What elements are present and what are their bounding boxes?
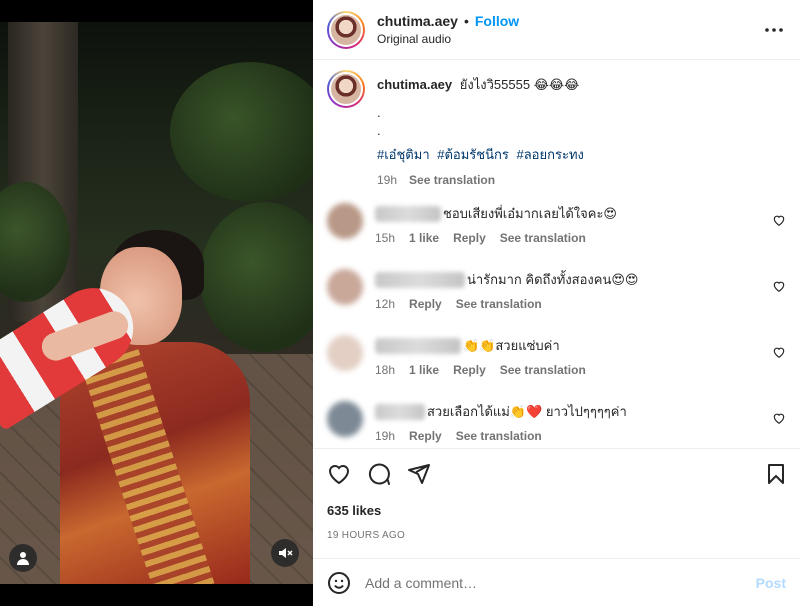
caption-time[interactable]: 19h (377, 173, 397, 187)
hashtags: #เอ๋ชุติมา #ต้อมรัชนีกร #ลอยกระทง (377, 144, 588, 165)
bookmark-icon[interactable] (764, 462, 788, 486)
comments-list[interactable]: chutima.aey ยังไงวิ55555 😂😂😂 . . #เอ๋ชุต… (313, 60, 800, 448)
comment-text: 👏👏สวยแซ่บค่า (463, 338, 560, 353)
reply-button[interactable]: Reply (409, 297, 442, 311)
comment-item: น่ารักมาก คิดถึงทั้งสองคน😍😍 12h Reply Se… (327, 269, 786, 319)
post-header: chutima.aey • Follow Original audio (313, 0, 800, 60)
commenter-avatar[interactable] (327, 203, 363, 239)
comment-time[interactable]: 15h (375, 231, 395, 245)
see-translation-button[interactable]: See translation (500, 363, 586, 377)
user-tag-icon[interactable] (9, 544, 37, 572)
see-translation-button[interactable]: See translation (456, 297, 542, 311)
comment-input[interactable] (365, 574, 756, 591)
post-actions: 635 likes 19 HOURS AGO (313, 448, 800, 558)
more-horizontal-icon[interactable] (762, 18, 786, 42)
reply-button[interactable]: Reply (453, 363, 486, 377)
comment-time[interactable]: 19h (375, 429, 395, 443)
comment-likes[interactable]: 1 like (409, 231, 439, 245)
commenter-username-blurred[interactable] (375, 338, 461, 354)
audio-link[interactable]: Original audio (377, 32, 519, 46)
commenter-avatar[interactable] (327, 401, 363, 437)
heart-icon[interactable] (327, 462, 351, 486)
video-player[interactable] (0, 22, 313, 584)
share-icon[interactable] (407, 462, 431, 486)
caption-dot: . (377, 123, 381, 138)
commenter-username-blurred[interactable] (375, 206, 441, 222)
background-foliage (170, 62, 313, 202)
commenter-avatar[interactable] (327, 269, 363, 305)
see-translation-button[interactable]: See translation (500, 231, 586, 245)
separator-dot: • (463, 13, 469, 29)
heart-icon[interactable] (772, 411, 786, 425)
media-panel (0, 0, 313, 606)
author-avatar[interactable] (327, 10, 365, 49)
author-username[interactable]: chutima.aey (377, 13, 458, 29)
caption-dot: . (377, 105, 381, 120)
comment-time[interactable]: 12h (375, 297, 395, 311)
commenter-avatar[interactable] (327, 335, 363, 371)
background-foliage (200, 202, 313, 352)
comment-text: สวยเลือกได้แม่👏❤️ ยาวไปๆๆๆๆค่า (427, 404, 627, 419)
caption-avatar[interactable] (327, 70, 365, 108)
comment-item: สวยเลือกได้แม่👏❤️ ยาวไปๆๆๆๆค่า 19h Reply… (327, 401, 786, 448)
comment-text: ชอบเสียงพี่เอ๋มากเลยได้ใจคะ😍 (443, 206, 617, 221)
comment-item: ชอบเสียงพี่เอ๋มากเลยได้ใจคะ😍 15h 1 like … (327, 203, 786, 253)
heart-icon[interactable] (772, 213, 786, 227)
caption-username[interactable]: chutima.aey (377, 77, 452, 92)
post-timestamp: 19 HOURS AGO (327, 530, 406, 541)
post-details-panel: chutima.aey • Follow Original audio chut… (313, 0, 800, 606)
comment-likes[interactable]: 1 like (409, 363, 439, 377)
commenter-username-blurred[interactable] (375, 272, 465, 288)
caption: chutima.aey ยังไงวิ55555 😂😂😂 . . #เอ๋ชุต… (327, 70, 786, 187)
hashtag-link[interactable]: #ต้อมรัชนีกร (437, 147, 509, 162)
post-modal: chutima.aey • Follow Original audio chut… (0, 0, 800, 606)
comment-icon[interactable] (367, 462, 391, 486)
post-button[interactable]: Post (756, 575, 786, 591)
heart-icon[interactable] (772, 279, 786, 293)
like-count[interactable]: 635 likes (327, 503, 786, 518)
heart-icon[interactable] (772, 345, 786, 359)
comment-item: 👏👏สวยแซ่บค่า 18h 1 like Reply See transl… (327, 335, 786, 385)
muted-speaker-icon[interactable] (271, 539, 299, 567)
see-translation-button[interactable]: See translation (456, 429, 542, 443)
comment-time[interactable]: 18h (375, 363, 395, 377)
reply-button[interactable]: Reply (409, 429, 442, 443)
reply-button[interactable]: Reply (453, 231, 486, 245)
see-translation-button[interactable]: See translation (409, 173, 495, 187)
follow-button[interactable]: Follow (475, 13, 519, 29)
hashtag-link[interactable]: #ลอยกระทง (516, 147, 583, 162)
caption-text: ยังไงวิ55555 😂😂😂 (459, 77, 580, 92)
add-comment-bar: Post (313, 558, 800, 606)
hashtag-link[interactable]: #เอ๋ชุติมา (377, 147, 430, 162)
commenter-username-blurred[interactable] (375, 404, 425, 420)
comment-text: น่ารักมาก คิดถึงทั้งสองคน😍😍 (467, 272, 639, 287)
emoji-icon[interactable] (327, 571, 351, 595)
